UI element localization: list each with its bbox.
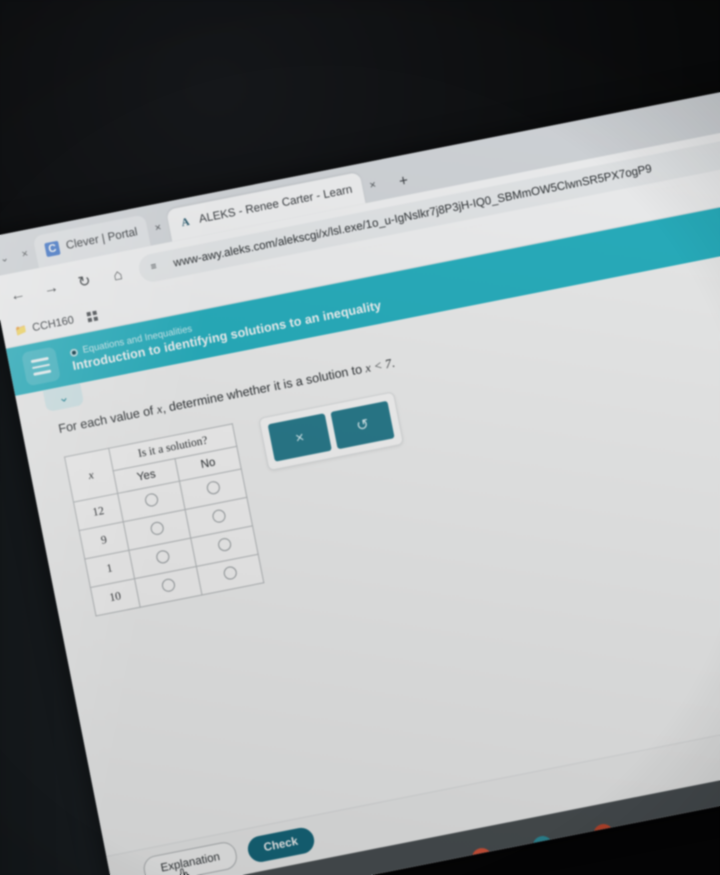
laptop-screen: ⌄ × C Clever | Portal × A ALEKS - Renee … [0,70,720,875]
shelf-app-icon[interactable] [530,834,555,858]
clear-answer-button[interactable]: × [267,413,332,462]
home-icon[interactable]: ⌂ [104,261,132,289]
bookmark-folder-cch160[interactable]: 📁 CCH160 [14,314,76,338]
apps-grid-icon [86,310,99,323]
photo-backdrop: ⌄ × C Clever | Portal × A ALEKS - Renee … [0,0,720,875]
answer-tool-palette: × ↺ [258,391,405,472]
back-icon[interactable]: ← [4,280,32,308]
radio-button-icon [210,508,227,524]
radio-button-icon [149,520,165,537]
radio-button-icon [160,577,176,594]
tune-icon[interactable]: ≡ [150,261,166,273]
aleks-a-icon: A [180,215,191,230]
radio-button-icon [216,537,232,553]
folder-icon: 📁 [13,323,29,338]
browser-tab-label: Clever | Portal [64,226,139,253]
question-expression: x < 7 [363,356,393,376]
check-button[interactable]: Check [245,825,317,865]
solution-table: x Is it a solution? Yes No 12 9 1 10 [63,423,265,617]
hamburger-menu-icon[interactable] [21,346,61,387]
undo-icon: ↺ [354,415,371,436]
clear-icon: × [293,428,306,447]
tab-close-icon-active[interactable]: × [359,168,387,204]
forward-icon[interactable]: → [37,274,65,302]
radio-button-icon [222,565,238,581]
radio-button-icon [205,480,221,496]
apps-shortcut-button[interactable] [86,310,99,323]
radio-button-icon [154,549,170,565]
undo-answer-button[interactable]: ↺ [330,400,395,450]
shelf-app-icon[interactable] [470,846,494,870]
bookmark-label: CCH160 [31,314,76,335]
chevron-down-icon: ⌄ [56,388,71,406]
progress-dot-icon [69,347,79,357]
radio-button-icon [143,492,159,508]
new-tab-button[interactable]: + [387,163,420,198]
reload-icon[interactable]: ↻ [70,267,98,295]
clever-c-icon: C [44,240,61,258]
shelf-app-icon[interactable] [591,822,616,846]
